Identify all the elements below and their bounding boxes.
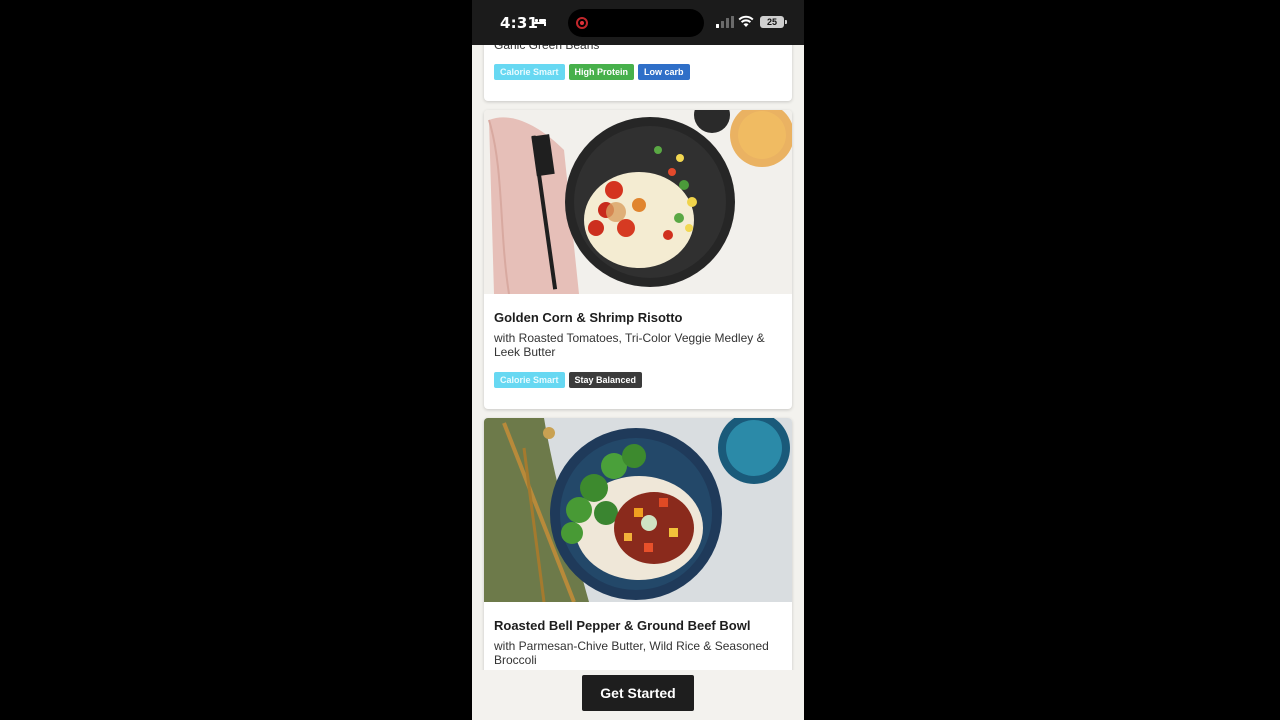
tag-calorie-smart: Calorie Smart [494, 64, 565, 80]
get-started-button[interactable]: Get Started [582, 675, 694, 711]
recipe-card[interactable]: Golden Corn & Shrimp Risotto with Roaste… [484, 110, 792, 409]
wifi-icon [738, 15, 754, 27]
tag-stay-balanced: Stay Balanced [568, 372, 643, 388]
phone-screen: Garlic Green Beans Calorie Smart High Pr… [472, 0, 804, 720]
bed-icon [532, 17, 546, 26]
recipe-photo [484, 110, 792, 294]
recipe-title: Golden Corn & Shrimp Risotto [494, 310, 683, 325]
tag-low-carb: Low carb [638, 64, 690, 80]
recipe-feed[interactable]: Garlic Green Beans Calorie Smart High Pr… [472, 0, 804, 670]
recipe-tags: Calorie Smart High Protein Low carb [494, 64, 690, 80]
recipe-subtitle: with Roasted Tomatoes, Tri-Color Veggie … [494, 331, 765, 359]
recipe-photo [484, 418, 792, 602]
tag-high-protein: High Protein [568, 64, 635, 80]
battery-icon: 25 [760, 16, 787, 28]
tag-calorie-smart: Calorie Smart [494, 372, 565, 388]
recipe-tags: Calorie Smart Stay Balanced [494, 372, 643, 388]
recipe-subtitle: with Parmesan-Chive Butter, Wild Rice & … [494, 639, 769, 667]
dynamic-island [568, 9, 704, 37]
recipe-title: Roasted Bell Pepper & Ground Beef Bowl [494, 618, 751, 633]
screen-record-icon [576, 17, 588, 29]
recipe-card[interactable]: Roasted Bell Pepper & Ground Beef Bowl w… [484, 418, 792, 670]
signal-icon [716, 16, 734, 28]
status-bar: 4:31 25 [472, 0, 804, 45]
bottom-action-bar: Get Started [472, 670, 804, 720]
